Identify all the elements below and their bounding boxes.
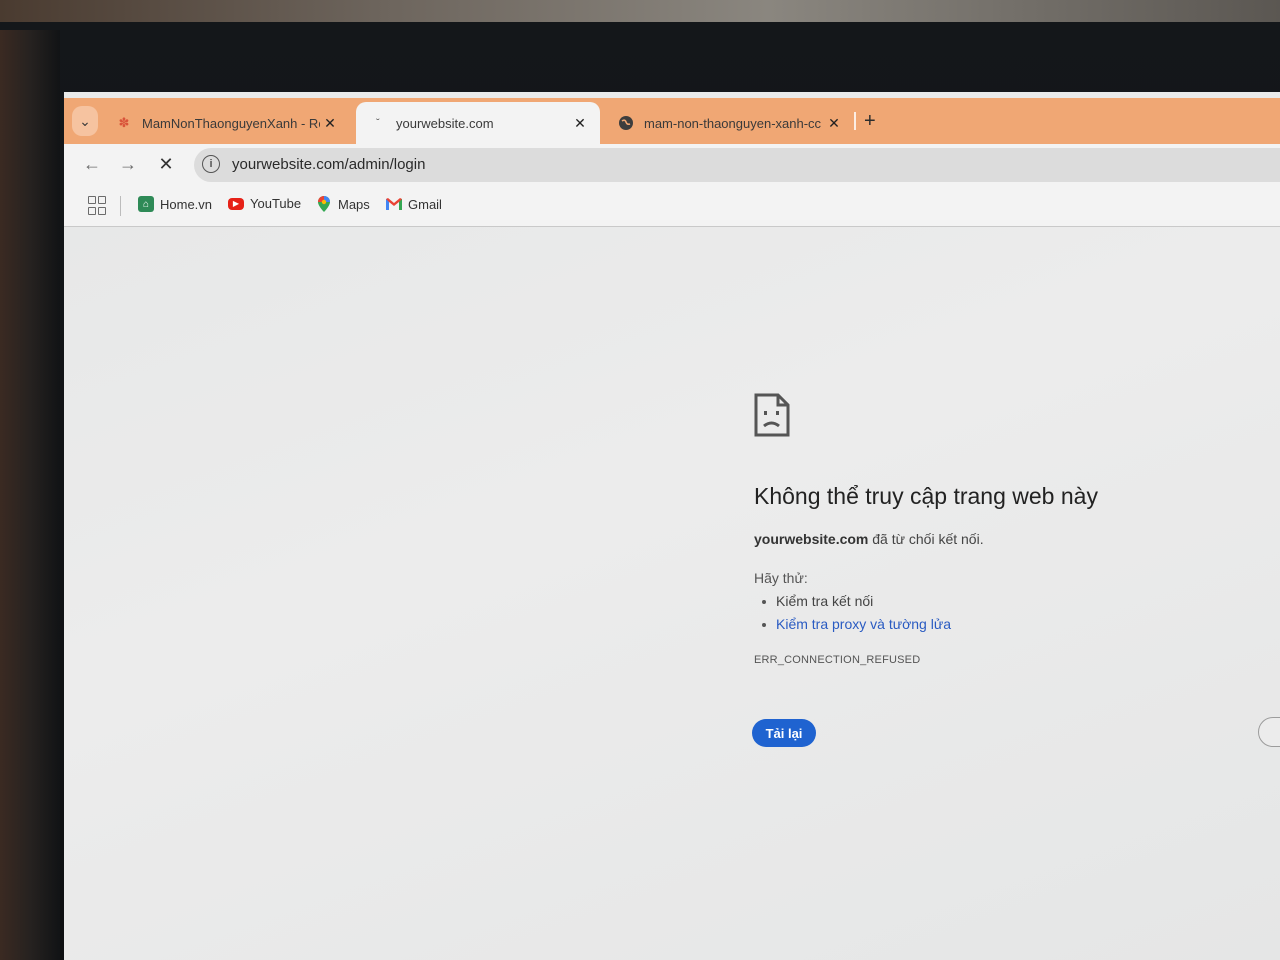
- forward-arrow-icon[interactable]: →: [116, 152, 140, 176]
- close-icon[interactable]: ✕: [824, 115, 844, 132]
- tab-title: MamNonThaonguyenXanh - Re: [142, 115, 320, 131]
- photo-background: ⌄ ✽ MamNonThaonguyenXanh - Re ✕ ˘ yourwe…: [0, 0, 1280, 960]
- home-vn-icon: ⌂: [138, 196, 154, 212]
- url-text: yourwebsite.com/admin/login: [232, 156, 426, 173]
- bookmark-gmail[interactable]: Gmail: [386, 196, 442, 212]
- tab-mam-non-thaonguyen[interactable]: mam-non-thaonguyen-xanh-cc ✕: [604, 102, 854, 144]
- close-icon[interactable]: ✕: [570, 115, 590, 132]
- error-desc-rest: đã từ chối kết nối.: [868, 531, 984, 547]
- bookmark-home-vn[interactable]: ⌂ Home.vn: [138, 196, 212, 212]
- site-info-icon[interactable]: i: [202, 155, 220, 173]
- maps-icon: [316, 196, 332, 212]
- bookmark-label: Gmail: [408, 196, 442, 212]
- sad-document-icon: [754, 393, 790, 437]
- new-tab-plus-icon[interactable]: +: [864, 110, 876, 133]
- tab-yourwebsite[interactable]: ˘ yourwebsite.com ✕: [356, 102, 600, 144]
- bookmark-maps[interactable]: Maps: [316, 196, 370, 212]
- tab-title: yourwebsite.com: [396, 115, 494, 131]
- tab-search-chevron-icon[interactable]: ⌄: [72, 106, 98, 136]
- close-icon[interactable]: ✕: [320, 115, 340, 132]
- gmail-icon: [386, 196, 402, 212]
- bookmark-youtube[interactable]: ▶ YouTube: [228, 196, 301, 211]
- monitor-side: [0, 30, 60, 960]
- bookmark-label: Maps: [338, 196, 370, 212]
- reload-button[interactable]: Tải lại: [752, 719, 816, 747]
- apps-grid-icon[interactable]: [88, 196, 106, 215]
- tab-title: mam-non-thaonguyen-xanh-cc: [644, 115, 822, 131]
- suggestion-check-connection: Kiểm tra kết nối: [761, 593, 874, 609]
- bookmark-label: Home.vn: [160, 196, 213, 212]
- address-bar[interactable]: i yourwebsite.com/admin/login: [194, 148, 1280, 182]
- tab-mamnon[interactable]: ✽ MamNonThaonguyenXanh - Re ✕: [102, 102, 350, 144]
- back-arrow-icon[interactable]: ←: [80, 152, 104, 176]
- tab-strip: ⌄ ✽ MamNonThaonguyenXanh - Re ✕ ˘ yourwe…: [64, 98, 1280, 144]
- error-code: ERR_CONNECTION_REFUSED: [754, 654, 921, 666]
- details-button[interactable]: [1258, 717, 1280, 747]
- browser-window: ⌄ ✽ MamNonThaonguyenXanh - Re ✕ ˘ yourwe…: [64, 92, 1280, 960]
- bookmarks-bar: ⌂ Home.vn ▶ YouTube Maps Gmail: [64, 186, 1280, 227]
- error-description: yourwebsite.com đã từ chối kết nối.: [754, 531, 984, 547]
- suggestion-check-proxy-link[interactable]: Kiểm tra proxy và tường lửa: [762, 616, 951, 632]
- error-title: Không thể truy cập trang web này: [754, 483, 1098, 509]
- toolbar: ← → ✕ i yourwebsite.com/admin/login: [64, 144, 1280, 186]
- globe-icon: [618, 115, 634, 131]
- tab-divider: [854, 112, 856, 130]
- loading-icon: ˘: [376, 117, 380, 129]
- error-page: Không thể truy cập trang web này yourweb…: [64, 227, 1280, 960]
- error-host: yourwebsite.com: [754, 531, 869, 547]
- sparkle-icon: ✽: [118, 115, 130, 130]
- bookmarks-divider: [120, 196, 121, 216]
- try-label: Hãy thử:: [754, 570, 808, 586]
- youtube-icon: ▶: [228, 197, 244, 210]
- stop-loading-icon[interactable]: ✕: [154, 152, 178, 176]
- bookmark-label: YouTube: [250, 196, 302, 211]
